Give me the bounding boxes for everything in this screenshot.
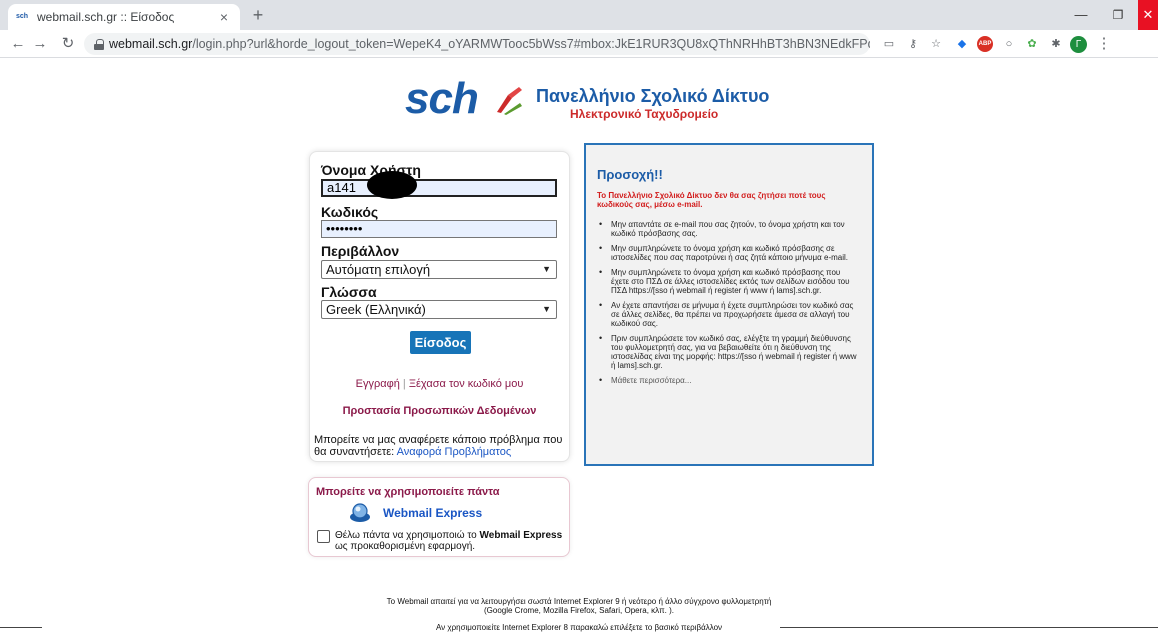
privacy-link[interactable]: Προστασία Προσωπικών Δεδομένων: [310, 405, 569, 417]
webmail-express-icon: [350, 503, 370, 522]
back-arrow-icon[interactable]: ←: [8, 33, 28, 55]
express-title: Μπορείτε να χρησιμοποιείτε πάντα: [316, 486, 500, 498]
default-app-checkbox[interactable]: [317, 530, 330, 543]
lock-icon[interactable]: [94, 38, 104, 50]
chevron-down-icon: ▼: [542, 304, 551, 314]
logo-pen-icon: [497, 87, 522, 115]
environment-selected-value: Αυτόματη επιλογή: [326, 262, 431, 277]
restore-window-icon[interactable]: ❐: [1099, 0, 1137, 30]
footer-line-1: Το Webmail απαιτεί για να λειτουργήσει σ…: [386, 597, 772, 606]
extension-circle-icon[interactable]: ○: [1001, 36, 1017, 52]
environment-select[interactable]: Αυτόματη επιλογή ▼: [321, 260, 557, 279]
list-item: Μην συμπληρώνετε το όνομα χρήση και κωδι…: [596, 244, 858, 262]
adblock-extension-icon[interactable]: ABP: [977, 36, 993, 52]
language-select[interactable]: Greek (Ελληνικά) ▼: [321, 300, 557, 319]
list-item: Μην απαντάτε σε e-mail που σας ζητούν, τ…: [596, 220, 858, 238]
reload-icon[interactable]: ↻: [58, 33, 78, 55]
webmail-express-panel: Μπορείτε να χρησιμοποιείτε πάντα Webmail…: [308, 477, 570, 557]
warning-list: Μην απαντάτε σε e-mail που σας ζητούν, τ…: [596, 220, 858, 391]
browser-toolbar: ← → ↻ webmail.sch.gr/login.php?url&horde…: [0, 30, 1158, 58]
warning-title: Προσοχή!!: [597, 167, 663, 182]
password-label: Κωδικός: [321, 204, 379, 220]
extension-graduation-icon[interactable]: ◆: [954, 36, 970, 52]
report-problem-link[interactable]: Αναφορά Προβλήματος: [397, 446, 512, 458]
new-tab-icon[interactable]: +: [248, 5, 268, 26]
checkbox-text-end: ως προκαθορισμένη εφαρμογή.: [335, 541, 476, 552]
divider: [0, 627, 42, 628]
bookmark-star-icon[interactable]: ☆: [928, 36, 944, 52]
checkbox-text-start: Θέλω πάντα να χρησιμοποιώ το: [335, 530, 477, 541]
logo-sch-text: sch: [405, 74, 479, 123]
warning-intro: Το Πανελλήνιο Σχολικό Δίκτυο δεν θα σας …: [597, 191, 826, 209]
cast-icon[interactable]: ▭: [881, 36, 897, 52]
site-favicon-icon: sch: [16, 13, 29, 20]
password-key-icon[interactable]: ⚷: [905, 36, 921, 52]
browser-menu-icon[interactable]: ⋮: [1096, 34, 1112, 52]
register-link[interactable]: Εγγραφή: [356, 378, 400, 390]
profile-avatar[interactable]: Γ: [1070, 36, 1087, 53]
learn-more-link[interactable]: Μάθετε περισσότερα...: [596, 376, 858, 385]
footer-line-2: (Google Crome, Mozilla Firefox, Safari, …: [483, 606, 675, 615]
account-links: Εγγραφή | Ξέχασα τον κωδικό μου: [310, 378, 569, 390]
minimize-window-icon[interactable]: —: [1062, 0, 1100, 30]
redaction-mark: [367, 171, 417, 199]
list-item: Πριν συμπληρώσετε τον κωδικό σας, ελέγξτ…: [596, 334, 858, 370]
environment-label: Περιβάλλον: [321, 243, 400, 259]
forgot-password-link[interactable]: Ξέχασα τον κωδικό μου: [409, 378, 524, 390]
security-warning-panel: Προσοχή!! Το Πανελλήνιο Σχολικό Δίκτυο δ…: [584, 143, 874, 466]
close-tab-icon[interactable]: ×: [216, 9, 232, 25]
link-separator: |: [402, 378, 406, 390]
login-button[interactable]: Είσοδος: [410, 331, 471, 354]
extensions-puzzle-icon[interactable]: ✱: [1048, 36, 1064, 52]
login-form: Όνομα Χρήστη a141 Κωδικός •••••••• Περιβ…: [309, 151, 570, 462]
language-selected-value: Greek (Ελληνικά): [326, 302, 426, 317]
browser-requirements-note: Το Webmail απαιτεί για να λειτουργήσει σ…: [0, 597, 1158, 615]
checkbox-text-bold: Webmail Express: [479, 530, 563, 541]
password-input[interactable]: ••••••••: [321, 220, 557, 238]
url-host: webmail.sch.gr: [108, 37, 193, 51]
browser-tab-strip: sch webmail.sch.gr :: Είσοδος × + — ❐ ✕: [0, 0, 1158, 30]
logo-title: Πανελλήνιο Σχολικό Δίκτυο: [536, 86, 770, 106]
divider: [780, 627, 1158, 628]
close-window-icon[interactable]: ✕: [1138, 0, 1158, 30]
webmail-express-link[interactable]: Webmail Express: [383, 506, 482, 520]
tab-title: webmail.sch.gr :: Είσοδος: [37, 10, 175, 24]
report-problem-text: Μπορείτε να μας αναφέρετε κάποιο πρόβλημ…: [314, 434, 566, 458]
browser-tab[interactable]: sch webmail.sch.gr :: Είσοδος ×: [8, 4, 240, 30]
site-logo: sch Πανελλήνιο Σχολικό Δίκτυο Ηλεκτρονικ…: [405, 74, 769, 123]
default-app-label: Θέλω πάντα να χρησιμοποιώ το Webmail Exp…: [335, 530, 565, 552]
list-item: Αν έχετε απαντήσει σε μήνυμα ή έχετε συμ…: [596, 301, 858, 328]
address-bar[interactable]: webmail.sch.gr/login.php?url&horde_logou…: [84, 33, 870, 55]
forward-arrow-icon[interactable]: →: [30, 33, 50, 55]
extension-leaf-icon[interactable]: ✿: [1024, 36, 1040, 52]
logo-subtitle: Ηλεκτρονικό Ταχυδρομείο: [570, 107, 719, 121]
url-path: /login.php?url&horde_logout_token=WepeK4…: [192, 37, 870, 51]
chevron-down-icon: ▼: [542, 264, 551, 274]
username-input[interactable]: a141: [321, 179, 557, 197]
list-item: Μην συμπληρώνετε το όνομα χρήση και κωδι…: [596, 268, 858, 295]
language-label: Γλώσσα: [321, 284, 377, 300]
address-url[interactable]: webmail.sch.gr/login.php?url&horde_logou…: [109, 37, 870, 51]
